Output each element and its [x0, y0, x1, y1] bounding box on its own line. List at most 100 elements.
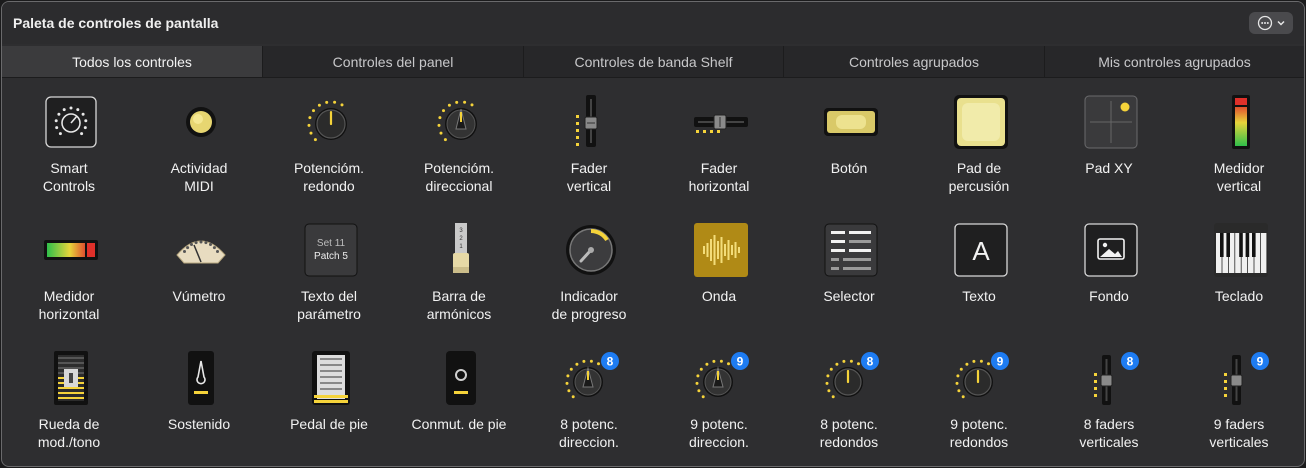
control-label: Potencióm. redondo [293, 160, 365, 194]
svg-text:Patch 5: Patch 5 [314, 251, 348, 262]
control-label: Selector [823, 288, 875, 304]
text-icon: A [954, 223, 1008, 277]
drum-pad-icon [954, 95, 1008, 149]
control-item[interactable]: Smart Controls [4, 78, 134, 206]
smart-controls-icon [44, 95, 98, 149]
drawbar-icon: 3 2 1 [434, 223, 488, 277]
control-label: Onda [701, 288, 737, 304]
horizontal-meter-icon [44, 223, 98, 277]
control-label: Botón [830, 160, 868, 176]
control-label: Fader vertical [566, 160, 612, 194]
control-item[interactable]: Potencióm. redondo [264, 78, 394, 206]
control-label: Smart Controls [42, 160, 96, 194]
control-label: 9 faders verticales [1209, 416, 1269, 450]
control-label: Texto [962, 288, 996, 304]
round-knob-group-icon: 8 [824, 351, 879, 405]
control-label: 8 faders verticales [1079, 416, 1139, 450]
fader-group-icon: 8 [1084, 351, 1139, 405]
foot-switch-icon [434, 351, 488, 405]
control-label: Vúmetro [172, 288, 226, 304]
directional-knob-group-icon: 9 [694, 351, 749, 405]
control-item[interactable]: Pad XY [1044, 78, 1174, 206]
control-item[interactable]: Medidor vertical [1174, 78, 1304, 206]
controls-grid: Smart Controls Actividad MIDI Potencióm. … [2, 78, 1304, 466]
round-knob-group-icon: 9 [954, 351, 1009, 405]
svg-text:Set 11: Set 11 [317, 238, 346, 249]
control-item[interactable]: Medidor horizontal [4, 206, 134, 334]
control-item[interactable]: Pedal de pie [264, 334, 394, 462]
directional-knob-group-icon: 8 [564, 351, 619, 405]
control-label: 9 potenc. redondos [949, 416, 1009, 450]
control-item[interactable]: A Texto [914, 206, 1044, 334]
control-item[interactable]: Selector [784, 206, 914, 334]
control-item[interactable]: 9 9 faders verticales [1174, 334, 1304, 462]
window-title: Paleta de controles de pantalla [13, 15, 219, 31]
tab-grouped-controls[interactable]: Controles agrupados [783, 46, 1044, 77]
control-label: Medidor horizontal [38, 288, 100, 322]
selector-icon [824, 223, 878, 277]
control-item[interactable]: Actividad MIDI [134, 78, 264, 206]
svg-text:9: 9 [737, 355, 744, 369]
keyboard-icon [1214, 223, 1268, 277]
tab-my-grouped-controls[interactable]: Mis controles agrupados [1044, 46, 1304, 77]
screen-controls-palette-window: Paleta de controles de pantalla Todos lo… [1, 1, 1305, 467]
svg-text:8: 8 [607, 355, 614, 369]
foot-pedal-icon [304, 351, 358, 405]
control-item[interactable]: 9 9 potenc. direccion. [654, 334, 784, 462]
control-item[interactable]: 9 9 potenc. redondos [914, 334, 1044, 462]
xy-pad-icon [1084, 95, 1138, 149]
tab-all-controls[interactable]: Todos los controles [2, 46, 262, 77]
vertical-fader-icon [564, 95, 618, 149]
ellipsis-circle-icon [1257, 15, 1272, 31]
control-item[interactable]: Rueda de mod./tono [4, 334, 134, 462]
svg-text:8: 8 [867, 355, 874, 369]
control-item[interactable]: Set 11 Patch 5 Texto del parámetro [264, 206, 394, 334]
control-label: Fader horizontal [688, 160, 750, 194]
control-label: Conmut. de pie [411, 416, 507, 432]
control-label: Pad XY [1085, 160, 1133, 176]
parameter-text-icon: Set 11 Patch 5 [304, 223, 358, 277]
control-item[interactable]: Conmut. de pie [394, 334, 524, 462]
svg-text:9: 9 [1257, 355, 1264, 369]
tab-shelf-controls[interactable]: Controles de banda Shelf [523, 46, 783, 77]
control-item[interactable]: Indicador de progreso [524, 206, 654, 334]
control-item[interactable]: Vúmetro [134, 206, 264, 334]
control-label: 8 potenc. direccion. [559, 416, 619, 450]
control-label: Potencióm. direccional [423, 160, 495, 194]
control-label: Texto del parámetro [297, 288, 361, 322]
control-label: Indicador de progreso [551, 288, 627, 322]
vertical-meter-icon [1214, 95, 1268, 149]
control-label: Fondo [1089, 288, 1129, 304]
sustain-icon [174, 351, 228, 405]
control-item[interactable]: Fader vertical [524, 78, 654, 206]
midi-activity-icon [174, 95, 228, 149]
control-item[interactable]: Teclado [1174, 206, 1304, 334]
control-item[interactable]: Fondo [1044, 206, 1174, 334]
tab-panel-controls[interactable]: Controles del panel [262, 46, 523, 77]
control-item[interactable]: Botón [784, 78, 914, 206]
control-item[interactable]: 8 8 faders verticales [1044, 334, 1174, 462]
fader-group-icon: 9 [1214, 351, 1269, 405]
vu-meter-icon [174, 223, 228, 277]
svg-text:8: 8 [1127, 355, 1134, 369]
control-item[interactable]: 8 8 potenc. direccion. [524, 334, 654, 462]
background-image-icon [1084, 223, 1138, 277]
control-item[interactable]: Pad de percusión [914, 78, 1044, 206]
control-item[interactable]: Onda [654, 206, 784, 334]
control-item[interactable]: 8 8 potenc. redondos [784, 334, 914, 462]
control-label: Actividad MIDI [170, 160, 228, 194]
chevron-down-icon [1276, 20, 1285, 26]
control-label: Rueda de mod./tono [37, 416, 101, 450]
progress-indicator-icon [564, 223, 618, 277]
control-item[interactable]: Fader horizontal [654, 78, 784, 206]
control-item[interactable]: 3 2 1 Barra de armónicos [394, 206, 524, 334]
svg-text:9: 9 [997, 355, 1004, 369]
control-label: Barra de armónicos [426, 288, 492, 322]
control-label: Medidor vertical [1213, 160, 1265, 194]
waveform-icon [694, 223, 748, 277]
control-item[interactable]: Potencióm. direccional [394, 78, 524, 206]
more-options-button[interactable] [1249, 12, 1293, 34]
horizontal-fader-icon [694, 95, 748, 149]
control-item[interactable]: Sostenido [134, 334, 264, 462]
button-icon [824, 95, 878, 149]
